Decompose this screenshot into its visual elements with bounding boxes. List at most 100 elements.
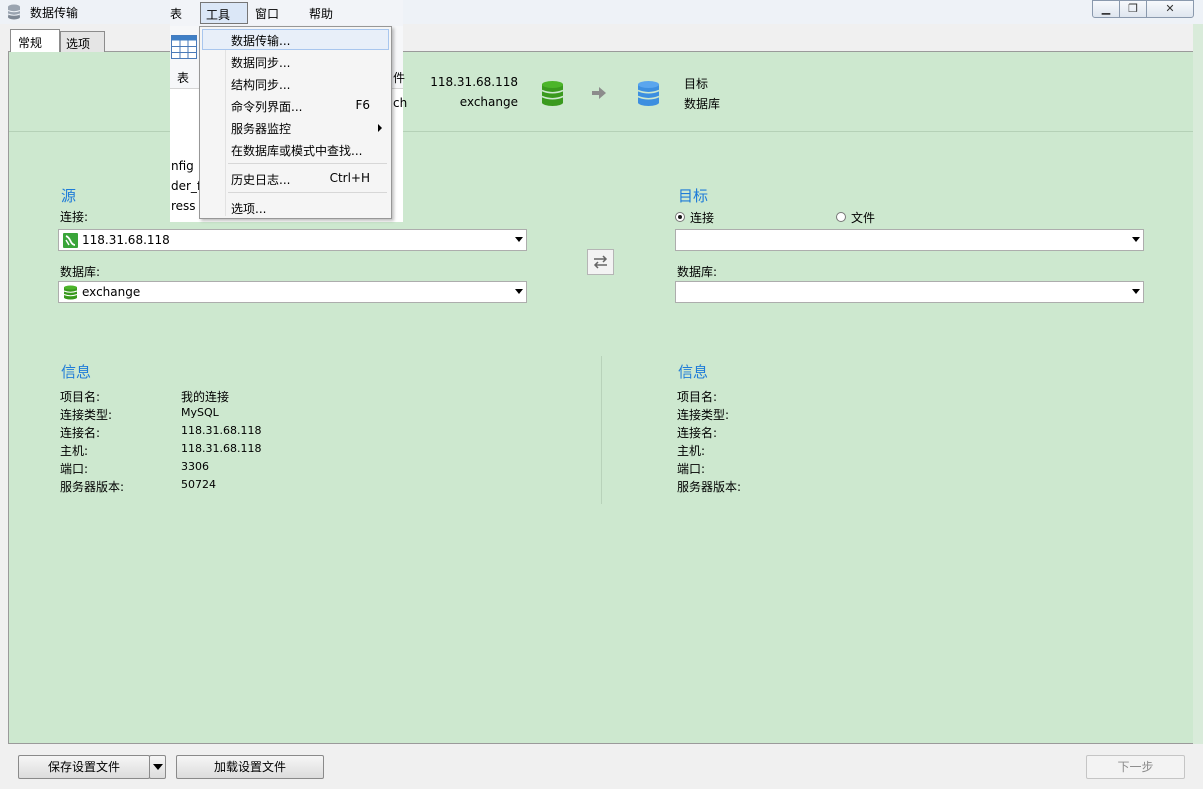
source-info-title: 信息	[61, 363, 92, 381]
info-value: 3306	[181, 460, 209, 473]
chevron-down-icon	[515, 237, 523, 242]
source-database-icon	[541, 80, 564, 110]
mysql-connection-icon	[63, 233, 78, 251]
swap-arrows-icon	[593, 255, 608, 269]
source-title: 源	[61, 187, 77, 205]
database-icon	[7, 4, 21, 20]
info-label: 主机:	[677, 444, 706, 458]
swap-button[interactable]	[587, 249, 614, 275]
info-label: 端口:	[677, 462, 706, 476]
tab-options[interactable]: 选项	[60, 31, 105, 52]
source-database-label: 数据库:	[60, 265, 101, 279]
tab-general[interactable]: 常规	[10, 29, 60, 52]
info-value: MySQL	[181, 406, 219, 419]
menu-item-structure-sync[interactable]: 结构同步...	[202, 73, 389, 94]
info-label: 连接名:	[60, 426, 101, 440]
target-title: 目标	[678, 187, 709, 205]
arrow-right-icon	[591, 85, 607, 104]
chevron-down-icon	[1132, 237, 1140, 242]
menu-item-label: 服务器监控	[231, 122, 292, 136]
close-icon: ✕	[1165, 2, 1175, 15]
menu-help[interactable]: 帮助	[309, 5, 333, 22]
menu-item-label: 数据同步...	[231, 56, 291, 70]
info-label: 服务器版本:	[60, 480, 125, 494]
table-icon	[171, 35, 197, 62]
menu-separator	[228, 163, 387, 164]
tools-dropdown-menu: 数据传输... 数据同步... 结构同步... 命令列界面... F6 服务器监控…	[199, 26, 392, 219]
menu-item-history-log[interactable]: 历史日志... Ctrl+H	[202, 168, 389, 189]
menu-item-command-line[interactable]: 命令列界面... F6	[202, 95, 389, 116]
toolbar-table-label[interactable]: 表	[177, 69, 189, 86]
menu-window[interactable]: 窗口	[255, 5, 279, 22]
menu-item-data-transfer[interactable]: 数据传输...	[202, 29, 389, 50]
chevron-right-icon	[378, 124, 382, 132]
menu-item-find-in-database[interactable]: 在数据库或模式中查找...	[202, 139, 389, 160]
target-connection-select[interactable]	[675, 229, 1144, 251]
menu-item-label: 结构同步...	[231, 78, 291, 92]
info-label: 项目名:	[60, 390, 101, 404]
menu-item-label: 命令列界面...	[231, 100, 303, 114]
source-connection-label: 连接:	[60, 210, 89, 224]
menu-item-label: 数据传输...	[231, 34, 291, 48]
info-value: 我的连接	[181, 390, 230, 404]
chevron-down-icon	[153, 764, 163, 770]
menu-item-options[interactable]: 选项...	[202, 197, 389, 218]
info-value: 50724	[181, 478, 216, 491]
source-info-table: 项目名: 我的连接 连接类型: MySQL 连接名: 118.31.68.118 主机…	[60, 388, 460, 498]
menu-item-data-sync[interactable]: 数据同步...	[202, 51, 389, 72]
list-item[interactable]: nfig	[171, 159, 194, 173]
list-item[interactable]: ress	[171, 199, 196, 213]
toolbar-partial-label: ch	[393, 96, 408, 110]
window-title: 数据传输	[30, 6, 79, 20]
info-value: 118.31.68.118	[181, 442, 262, 455]
target-file-radio[interactable]	[836, 212, 846, 222]
header-target-line2: 数据库	[684, 97, 721, 111]
info-value: 118.31.68.118	[181, 424, 262, 437]
info-label: 连接名:	[677, 426, 718, 440]
info-label: 项目名:	[677, 390, 718, 404]
maximize-button[interactable]: ❐	[1119, 0, 1147, 18]
menu-separator	[228, 192, 387, 193]
source-database-select[interactable]: exchange	[58, 281, 527, 303]
header-source-host: 118.31.68.118	[430, 75, 518, 89]
menu-item-label: 在数据库或模式中查找...	[231, 144, 363, 158]
save-settings-dropdown-button[interactable]	[149, 755, 166, 779]
save-settings-button[interactable]: 保存设置文件	[18, 755, 150, 779]
minimize-icon: ▁	[1101, 2, 1111, 15]
header-target-line1: 目标	[684, 77, 709, 91]
header-source-db: exchange	[459, 95, 518, 109]
menu-item-label: 选项...	[231, 202, 267, 216]
chevron-down-icon	[515, 289, 523, 294]
chevron-down-icon	[1132, 289, 1140, 294]
menu-tools[interactable]: 工具	[200, 2, 248, 24]
target-info-table: 项目名: 连接类型: 连接名: 主机: 端口: 服务器版本:	[677, 388, 1077, 498]
menu-item-server-monitor[interactable]: 服务器监控	[202, 117, 389, 138]
target-file-radio-label[interactable]: 文件	[851, 209, 875, 226]
menu-item-shortcut: F6	[355, 98, 370, 112]
list-item[interactable]: der_f	[171, 179, 201, 193]
menu-item-label: 历史日志...	[231, 173, 291, 187]
menu-partial[interactable]: 表	[170, 5, 182, 22]
tab-label: 选项	[66, 37, 91, 51]
tab-label: 常规	[18, 36, 43, 50]
minimize-button[interactable]: ▁	[1092, 0, 1120, 18]
load-settings-button[interactable]: 加载设置文件	[176, 755, 324, 779]
info-divider	[601, 356, 602, 504]
source-database-value: exchange	[82, 285, 141, 299]
target-info-title: 信息	[678, 363, 709, 381]
maximize-icon: ❐	[1128, 2, 1138, 15]
toolbar-partial-label: 件	[393, 71, 406, 85]
target-connection-radio-label[interactable]: 连接	[690, 209, 714, 226]
source-connection-value: 118.31.68.118	[82, 233, 170, 247]
target-connection-radio[interactable]	[675, 212, 685, 222]
close-button[interactable]: ✕	[1146, 0, 1194, 18]
target-database-icon	[637, 80, 660, 110]
scroll-strip	[1193, 24, 1203, 744]
info-label: 端口:	[60, 462, 89, 476]
info-label: 连接类型:	[60, 408, 113, 422]
info-label: 服务器版本:	[677, 480, 742, 494]
next-button[interactable]: 下一步	[1086, 755, 1185, 779]
target-database-select[interactable]	[675, 281, 1144, 303]
source-connection-select[interactable]: 118.31.68.118	[58, 229, 527, 251]
database-icon	[63, 285, 78, 303]
